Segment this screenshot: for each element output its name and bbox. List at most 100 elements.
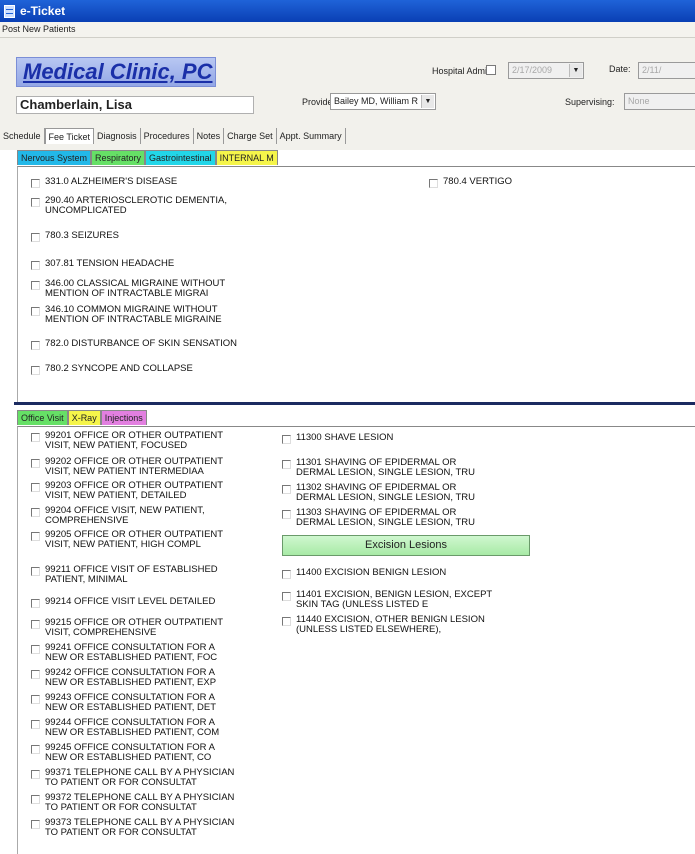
procedure-item[interactable]: 99372 TELEPHONE CALL BY A PHYSICIAN TO PA… [31,793,234,813]
procedure-item[interactable]: 99242 OFFICE CONSULTATION FOR A NEW OR ES… [31,668,216,688]
procedure-item[interactable]: 11401 EXCISION, BENIGN LESION, EXCEPT SKI… [282,590,492,610]
hospital-admit-checkbox[interactable] [486,65,496,76]
procedure-item[interactable]: 99371 TELEPHONE CALL BY A PHYSICIAN TO PA… [31,768,234,788]
checkbox[interactable] [31,645,40,654]
checkbox[interactable] [31,233,40,242]
excision-lesions-button[interactable]: Excision Lesions [282,535,530,556]
subtab-respiratory[interactable]: Respiratory [91,150,146,165]
checkbox[interactable] [282,617,291,626]
item-label-line: NEW OR ESTABLISHED PATIENT, DET [45,702,217,713]
subtab-nervous-system[interactable]: Nervous System [17,150,92,165]
checkbox[interactable] [282,460,291,469]
checkbox[interactable] [31,670,40,679]
item-label-line: MENTION OF INTRACTABLE MIGRAINE [45,314,222,325]
tab-appt-summary[interactable]: Appt. Summary [277,128,346,144]
checkbox[interactable] [31,745,40,754]
checkbox[interactable] [282,592,291,601]
checkbox[interactable] [31,179,40,188]
procedure-item[interactable]: 99202 OFFICE OR OTHER OUTPATIENT VISIT, N… [31,457,223,477]
item-label-line: NEW OR ESTABLISHED PATIENT, COM [45,727,220,738]
checkbox[interactable] [282,570,291,579]
hospital-admit-date[interactable]: 2/17/2009 ▼ [508,62,584,79]
subtab-x-ray[interactable]: X-Ray [67,410,101,425]
supervising-select[interactable]: None [624,93,695,110]
checkbox[interactable] [31,307,40,316]
checkbox[interactable] [31,820,40,829]
diagnosis-item[interactable]: 780.2 SYNCOPE AND COLLAPSE [31,363,193,375]
procedure-item[interactable]: 99373 TELEPHONE CALL BY A PHYSICIAN TO PA… [31,818,234,838]
procedure-item[interactable]: 99214 OFFICE VISIT LEVEL DETAILED [31,597,215,608]
procedure-item[interactable]: 11303 SHAVING OF EPIDERMAL OR DERMAL LESI… [282,508,475,528]
checkbox[interactable] [31,720,40,729]
diagnosis-item[interactable]: 307.81 TENSION HEADACHE [31,259,174,270]
subtab-gastrointestinal[interactable]: Gastrointestinal [145,150,216,165]
checkbox[interactable] [31,532,40,541]
subtab-internal-m[interactable]: INTERNAL M [215,150,278,165]
provider-select[interactable]: Bailey MD, William R ▼ [330,93,436,110]
procedure-item[interactable]: 11300 SHAVE LESION [282,433,393,444]
checkbox[interactable] [31,620,40,629]
procedure-item[interactable]: 99245 OFFICE CONSULTATION FOR A NEW OR ES… [31,743,215,763]
checkbox[interactable] [282,510,291,519]
diagnosis-item[interactable]: 331.0 ALZHEIMER'S DISEASE [31,177,177,188]
menu-bar: Post New Patients [0,22,695,38]
procedure-item[interactable]: 11302 SHAVING OF EPIDERMAL OR DERMAL LESI… [282,483,475,503]
checkbox[interactable] [31,795,40,804]
procedure-item[interactable]: 99241 OFFICE CONSULTATION FOR A NEW OR ES… [31,643,217,663]
tab-schedule[interactable]: Schedule [0,128,45,144]
procedure-item[interactable]: 99243 OFFICE CONSULTATION FOR A NEW OR ES… [31,693,216,713]
checkbox[interactable] [31,459,40,468]
checkbox[interactable] [282,435,291,444]
diagnosis-item[interactable]: 780.3 SEIZURES [31,231,119,242]
procedure-item[interactable]: 11301 SHAVING OF EPIDERMAL OR DERMAL LESI… [282,458,475,478]
checkbox[interactable] [31,261,40,270]
item-label-line: 780.2 SYNCOPE AND COLLAPSE [45,363,193,374]
checkbox[interactable] [31,433,40,442]
procedure-item[interactable]: 99205 OFFICE OR OTHER OUTPATIENT VISIT, N… [31,530,223,550]
checkbox[interactable] [31,567,40,576]
tab-diagnosis[interactable]: Diagnosis [94,128,141,144]
procedure-item[interactable]: 11400 EXCISION BENIGN LESION [282,568,446,579]
diagnosis-item[interactable]: 780.4 VERTIGO [429,177,512,188]
checkbox[interactable] [31,599,40,608]
tab-charge-set[interactable]: Charge Set [224,128,277,144]
checkbox[interactable] [31,366,40,375]
item-label-line: NEW OR ESTABLISHED PATIENT, EXP [45,677,217,688]
diagnosis-item[interactable]: 346.00 CLASSICAL MIGRAINE WITHOUT MENTION… [31,279,225,299]
chevron-down-icon[interactable]: ▼ [569,64,582,77]
chevron-down-icon[interactable]: ▼ [421,95,434,108]
procedure-item[interactable]: 99244 OFFICE CONSULTATION FOR A NEW OR ES… [31,718,219,738]
checkbox[interactable] [429,179,438,188]
item-label-line: MENTION OF INTRACTABLE MIGRAI [45,288,209,299]
date-field[interactable]: 2/11/ [638,62,695,79]
patient-name-field[interactable]: Chamberlain, Lisa [16,96,254,114]
procedure-category-tabs: Office Visit X-Ray Injections [17,410,147,425]
checkbox[interactable] [31,483,40,492]
procedure-item[interactable]: 99201 OFFICE OR OTHER OUTPATIENT VISIT, N… [31,431,223,451]
item-label-line: TO PATIENT OR FOR CONSULTAT [45,802,197,813]
procedure-item[interactable]: 11440 EXCISION, OTHER BENIGN LESION (UNLE… [282,615,485,635]
checkbox[interactable] [31,695,40,704]
tab-procedures[interactable]: Procedures [141,128,194,144]
procedure-item[interactable]: 99203 OFFICE OR OTHER OUTPATIENT VISIT, N… [31,481,223,501]
subtab-injections[interactable]: Injections [100,410,147,425]
panel-divider[interactable] [14,402,695,405]
diagnosis-item[interactable]: 290.40 ARTERIOSCLEROTIC DEMENTIA, UNCOMPL… [31,196,227,216]
diagnosis-category-tabs: Nervous System Respiratory Gastrointestina… [17,150,278,165]
procedure-item[interactable]: 99204 OFFICE VISIT, NEW PATIENT, COMPREHE… [31,506,205,526]
subtab-office-visit[interactable]: Office Visit [17,410,68,425]
checkbox[interactable] [31,770,40,779]
checkbox[interactable] [31,508,40,517]
hospital-admit-label: Hospital Admit [432,66,490,76]
checkbox[interactable] [31,281,40,290]
procedure-item[interactable]: 99215 OFFICE OR OTHER OUTPATIENT VISIT, C… [31,618,223,638]
checkbox[interactable] [31,198,40,207]
menu-item-post-new-patients[interactable]: Post New Patients [2,24,76,34]
procedure-item[interactable]: 99211 OFFICE VISIT OF ESTABLISHED PATIENT… [31,565,218,585]
diagnosis-item[interactable]: 346.10 COMMON MIGRAINE WITHOUT MENTION OF… [31,305,222,325]
checkbox[interactable] [282,485,291,494]
tab-notes[interactable]: Notes [194,128,225,144]
tab-fee-ticket[interactable]: Fee Ticket [44,128,95,144]
checkbox[interactable] [31,341,40,350]
diagnosis-item[interactable]: 782.0 DISTURBANCE OF SKIN SENSATION [31,339,237,350]
